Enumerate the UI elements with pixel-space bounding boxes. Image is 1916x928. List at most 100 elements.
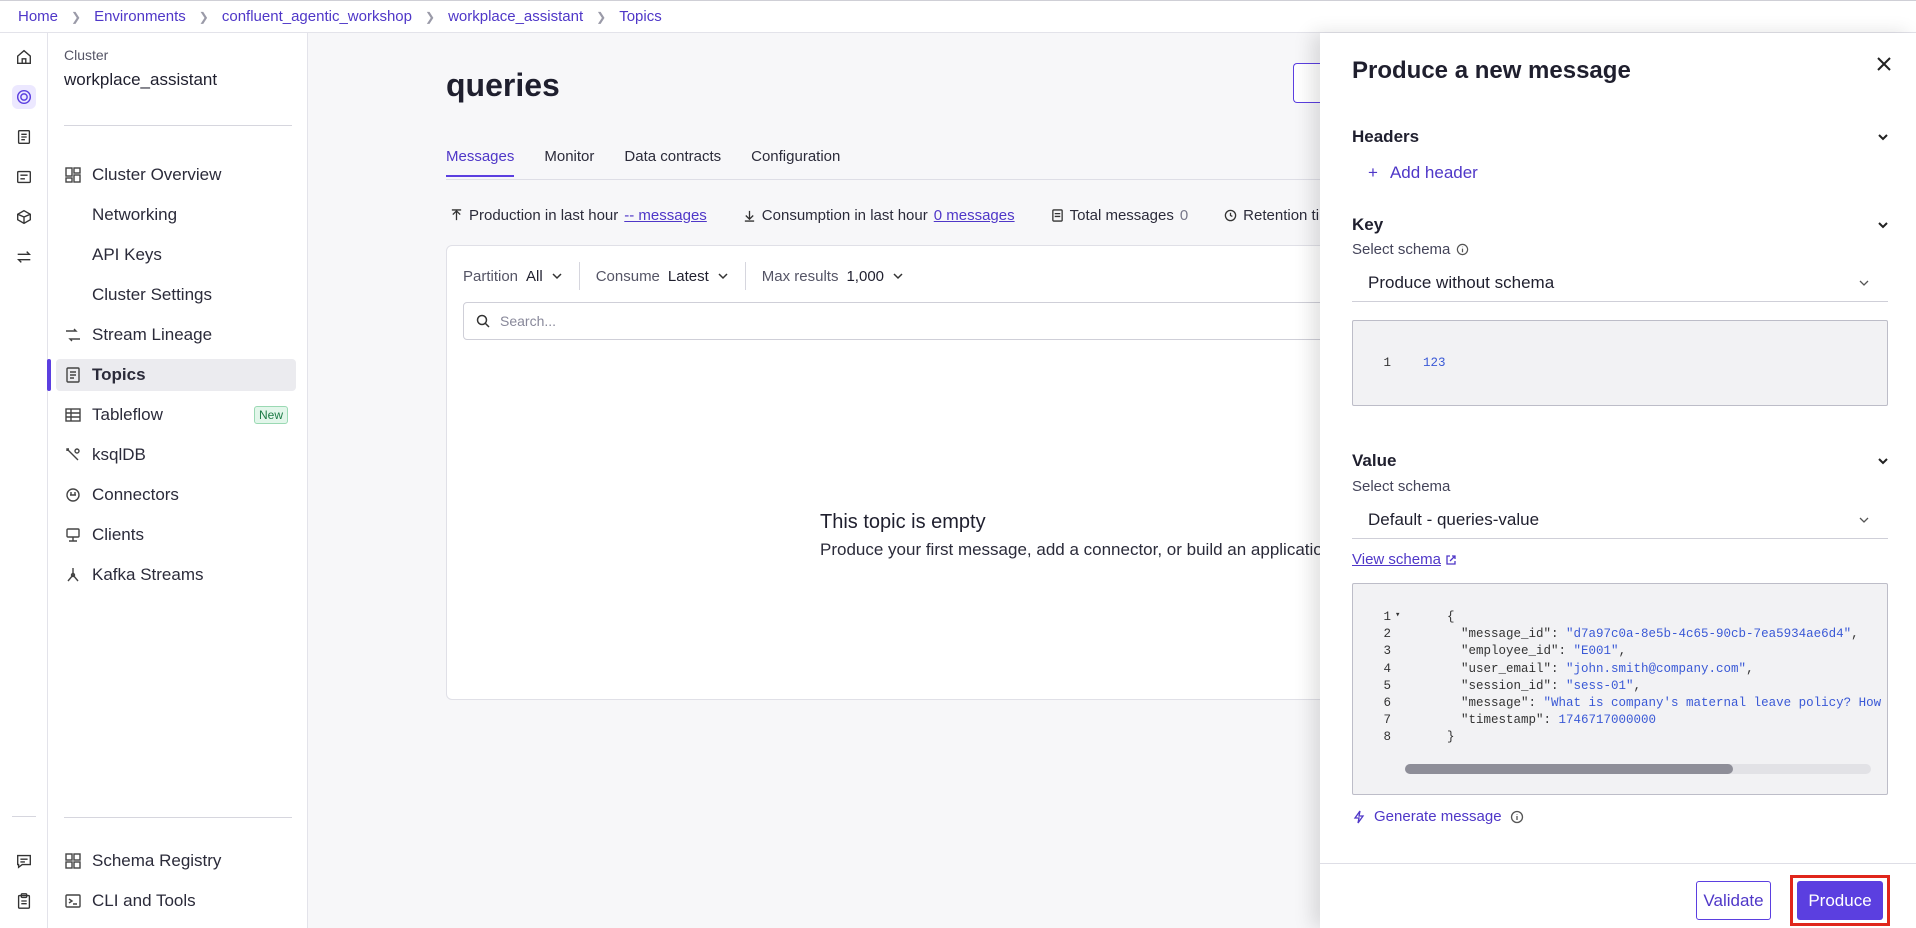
line-number: 5	[1383, 678, 1391, 693]
sidebar-item-kafka-streams[interactable]: Kafka Streams	[56, 559, 296, 591]
sidebar-divider	[64, 125, 292, 126]
max-results-dropdown[interactable]: Max results 1,000	[762, 262, 920, 290]
message-search-input[interactable]: Search...	[463, 302, 1363, 340]
value-section-toggle[interactable]: Value	[1352, 451, 1890, 471]
total-messages-value: 0	[1179, 207, 1189, 224]
max-results-value: 1,000	[846, 267, 885, 285]
chevron-down-icon	[1878, 458, 1888, 465]
stream-governance-icon[interactable]	[12, 165, 36, 189]
home-icon[interactable]	[12, 45, 36, 69]
tabs-divider	[446, 179, 1326, 180]
json-value: 1746717000000	[1558, 713, 1657, 728]
cluster-name: workplace_assistant	[64, 70, 218, 89]
headers-section-toggle[interactable]: Headers	[1352, 127, 1890, 147]
info-icon[interactable]	[1510, 810, 1524, 824]
sidebar-item-schema-registry[interactable]: Schema Registry	[56, 845, 296, 877]
editor-scrollbar-thumb[interactable]	[1405, 764, 1733, 774]
code-line: 5 "session_id": "sess-01",	[1353, 679, 1641, 696]
breadcrumb-topics[interactable]: Topics	[619, 8, 662, 25]
terminal-icon	[64, 892, 82, 910]
sidebar-item-cluster-settings[interactable]: Cluster Settings	[56, 279, 296, 311]
code-text: }	[1409, 730, 1455, 747]
sidebar-item-label: Cluster Overview	[92, 165, 222, 184]
sidebar-item-clients[interactable]: Clients	[56, 519, 296, 551]
code-text: "session_id": "sess-01",	[1461, 678, 1642, 693]
sidebar-item-topics[interactable]: Topics	[47, 359, 296, 391]
breadcrumb-cluster[interactable]: workplace_assistant	[448, 8, 583, 25]
info-icon[interactable]	[1456, 243, 1469, 256]
consume-label: Consume	[595, 267, 660, 285]
lightning-icon	[1353, 810, 1365, 823]
editor-scrollbar[interactable]	[1405, 764, 1871, 774]
partition-dropdown[interactable]: Partition All	[463, 262, 580, 290]
sidebar-item-tableflow[interactable]: Tableflow New	[56, 399, 296, 431]
code-line: 2 "message_id": "d7a97c0a-8e5b-4c65-90cb-…	[1353, 627, 1858, 644]
streams-icon	[64, 566, 82, 584]
consume-value: Latest	[667, 267, 709, 285]
data-portal-icon[interactable]	[12, 125, 36, 149]
sidebar-item-api-keys[interactable]: API Keys	[56, 239, 296, 271]
sidebar-item-connectors[interactable]: Connectors	[56, 479, 296, 511]
sidebar-item-cluster-overview[interactable]: Cluster Overview	[56, 159, 296, 191]
consumption-link[interactable]: 0 messages	[934, 207, 1015, 224]
sidebar-item-cli-and-tools[interactable]: CLI and Tools	[56, 885, 296, 917]
tab-monitor[interactable]: Monitor	[544, 148, 594, 177]
value-editor[interactable]: 1 ▾ {2 "message_id": "d7a97c0a-8e5b-4c65-90…	[1352, 583, 1888, 795]
add-header-label: Add header	[1389, 163, 1478, 182]
icon-rail	[0, 33, 48, 928]
sidebar-item-networking[interactable]: Networking	[56, 199, 296, 231]
fold-toggle-icon[interactable]: ▾	[1391, 610, 1409, 627]
json-comma: ,	[1746, 661, 1754, 676]
sidebar-item-ksqldb[interactable]: ksqlDB	[56, 439, 296, 471]
value-schema-label-text: Select schema	[1352, 478, 1451, 495]
key-schema-select[interactable]: Produce without schema	[1352, 264, 1888, 302]
chat-icon[interactable]	[12, 849, 36, 873]
consume-dropdown[interactable]: Consume Latest	[596, 262, 746, 290]
total-messages-stat: Total messages 0	[1051, 207, 1189, 224]
tab-data-contracts[interactable]: Data contracts	[624, 148, 721, 177]
tab-configuration[interactable]: Configuration	[751, 148, 840, 177]
line-number: 4	[1383, 661, 1391, 676]
validate-button[interactable]: Validate	[1696, 881, 1771, 920]
environments-icon[interactable]	[12, 85, 36, 109]
line-number: 1	[1383, 610, 1391, 624]
line-number: 1	[1383, 356, 1391, 370]
main-content: queries Messages Monitor Data contracts …	[308, 33, 1363, 928]
transfer-icon[interactable]	[12, 245, 36, 269]
integrations-icon[interactable]	[12, 205, 36, 229]
json-value: "john.smith@company.com"	[1566, 661, 1747, 676]
close-icon[interactable]	[1875, 55, 1899, 79]
partition-label: Partition	[463, 267, 519, 285]
messages-card: Partition All Consume Latest Max results…	[446, 245, 1363, 700]
breadcrumb-environments[interactable]: Environments	[94, 8, 186, 25]
empty-state-description: Produce your first message, add a connec…	[820, 540, 1350, 559]
breadcrumb-home[interactable]: Home	[18, 8, 58, 25]
sidebar-item-stream-lineage[interactable]: Stream Lineage	[56, 319, 296, 351]
production-link[interactable]: -- messages	[624, 207, 707, 224]
sidebar-item-label: API Keys	[92, 245, 162, 264]
value-schema-select[interactable]: Default - queries-value	[1352, 501, 1888, 539]
chevron-right-icon: ❯	[71, 9, 82, 24]
breadcrumb-environment[interactable]: confluent_agentic_workshop	[222, 8, 412, 25]
code-line: 3 "employee_id": "E001",	[1353, 644, 1626, 661]
max-results-label: Max results	[761, 267, 839, 285]
ksqldb-icon	[64, 446, 82, 464]
generate-message-button[interactable]: Generate message	[1352, 808, 1524, 825]
view-schema-link[interactable]: View schema	[1352, 551, 1457, 568]
produce-button[interactable]: Produce	[1797, 881, 1883, 920]
code-text: {	[1409, 610, 1455, 627]
key-editor[interactable]: 1 123	[1352, 320, 1888, 406]
fold-gutter	[1391, 730, 1409, 747]
sidebar-item-label: Clients	[92, 525, 144, 544]
key-section-toggle[interactable]: Key	[1352, 215, 1890, 235]
document-icon	[1051, 209, 1063, 222]
json-comma: ,	[1633, 678, 1642, 693]
json-value: "d7a97c0a-8e5b-4c65-90cb-7ea5934ae6d4"	[1566, 627, 1852, 642]
clipboard-icon[interactable]	[12, 889, 36, 913]
code-line: 4 "user_email": "john.smith@company.com",	[1353, 661, 1754, 679]
add-header-button[interactable]: + Add header	[1368, 163, 1478, 183]
tab-messages[interactable]: Messages	[446, 148, 515, 177]
topics-icon	[64, 366, 82, 384]
code-text: "employee_id": "E001",	[1461, 644, 1627, 659]
json-value: "sess-01"	[1566, 678, 1634, 693]
